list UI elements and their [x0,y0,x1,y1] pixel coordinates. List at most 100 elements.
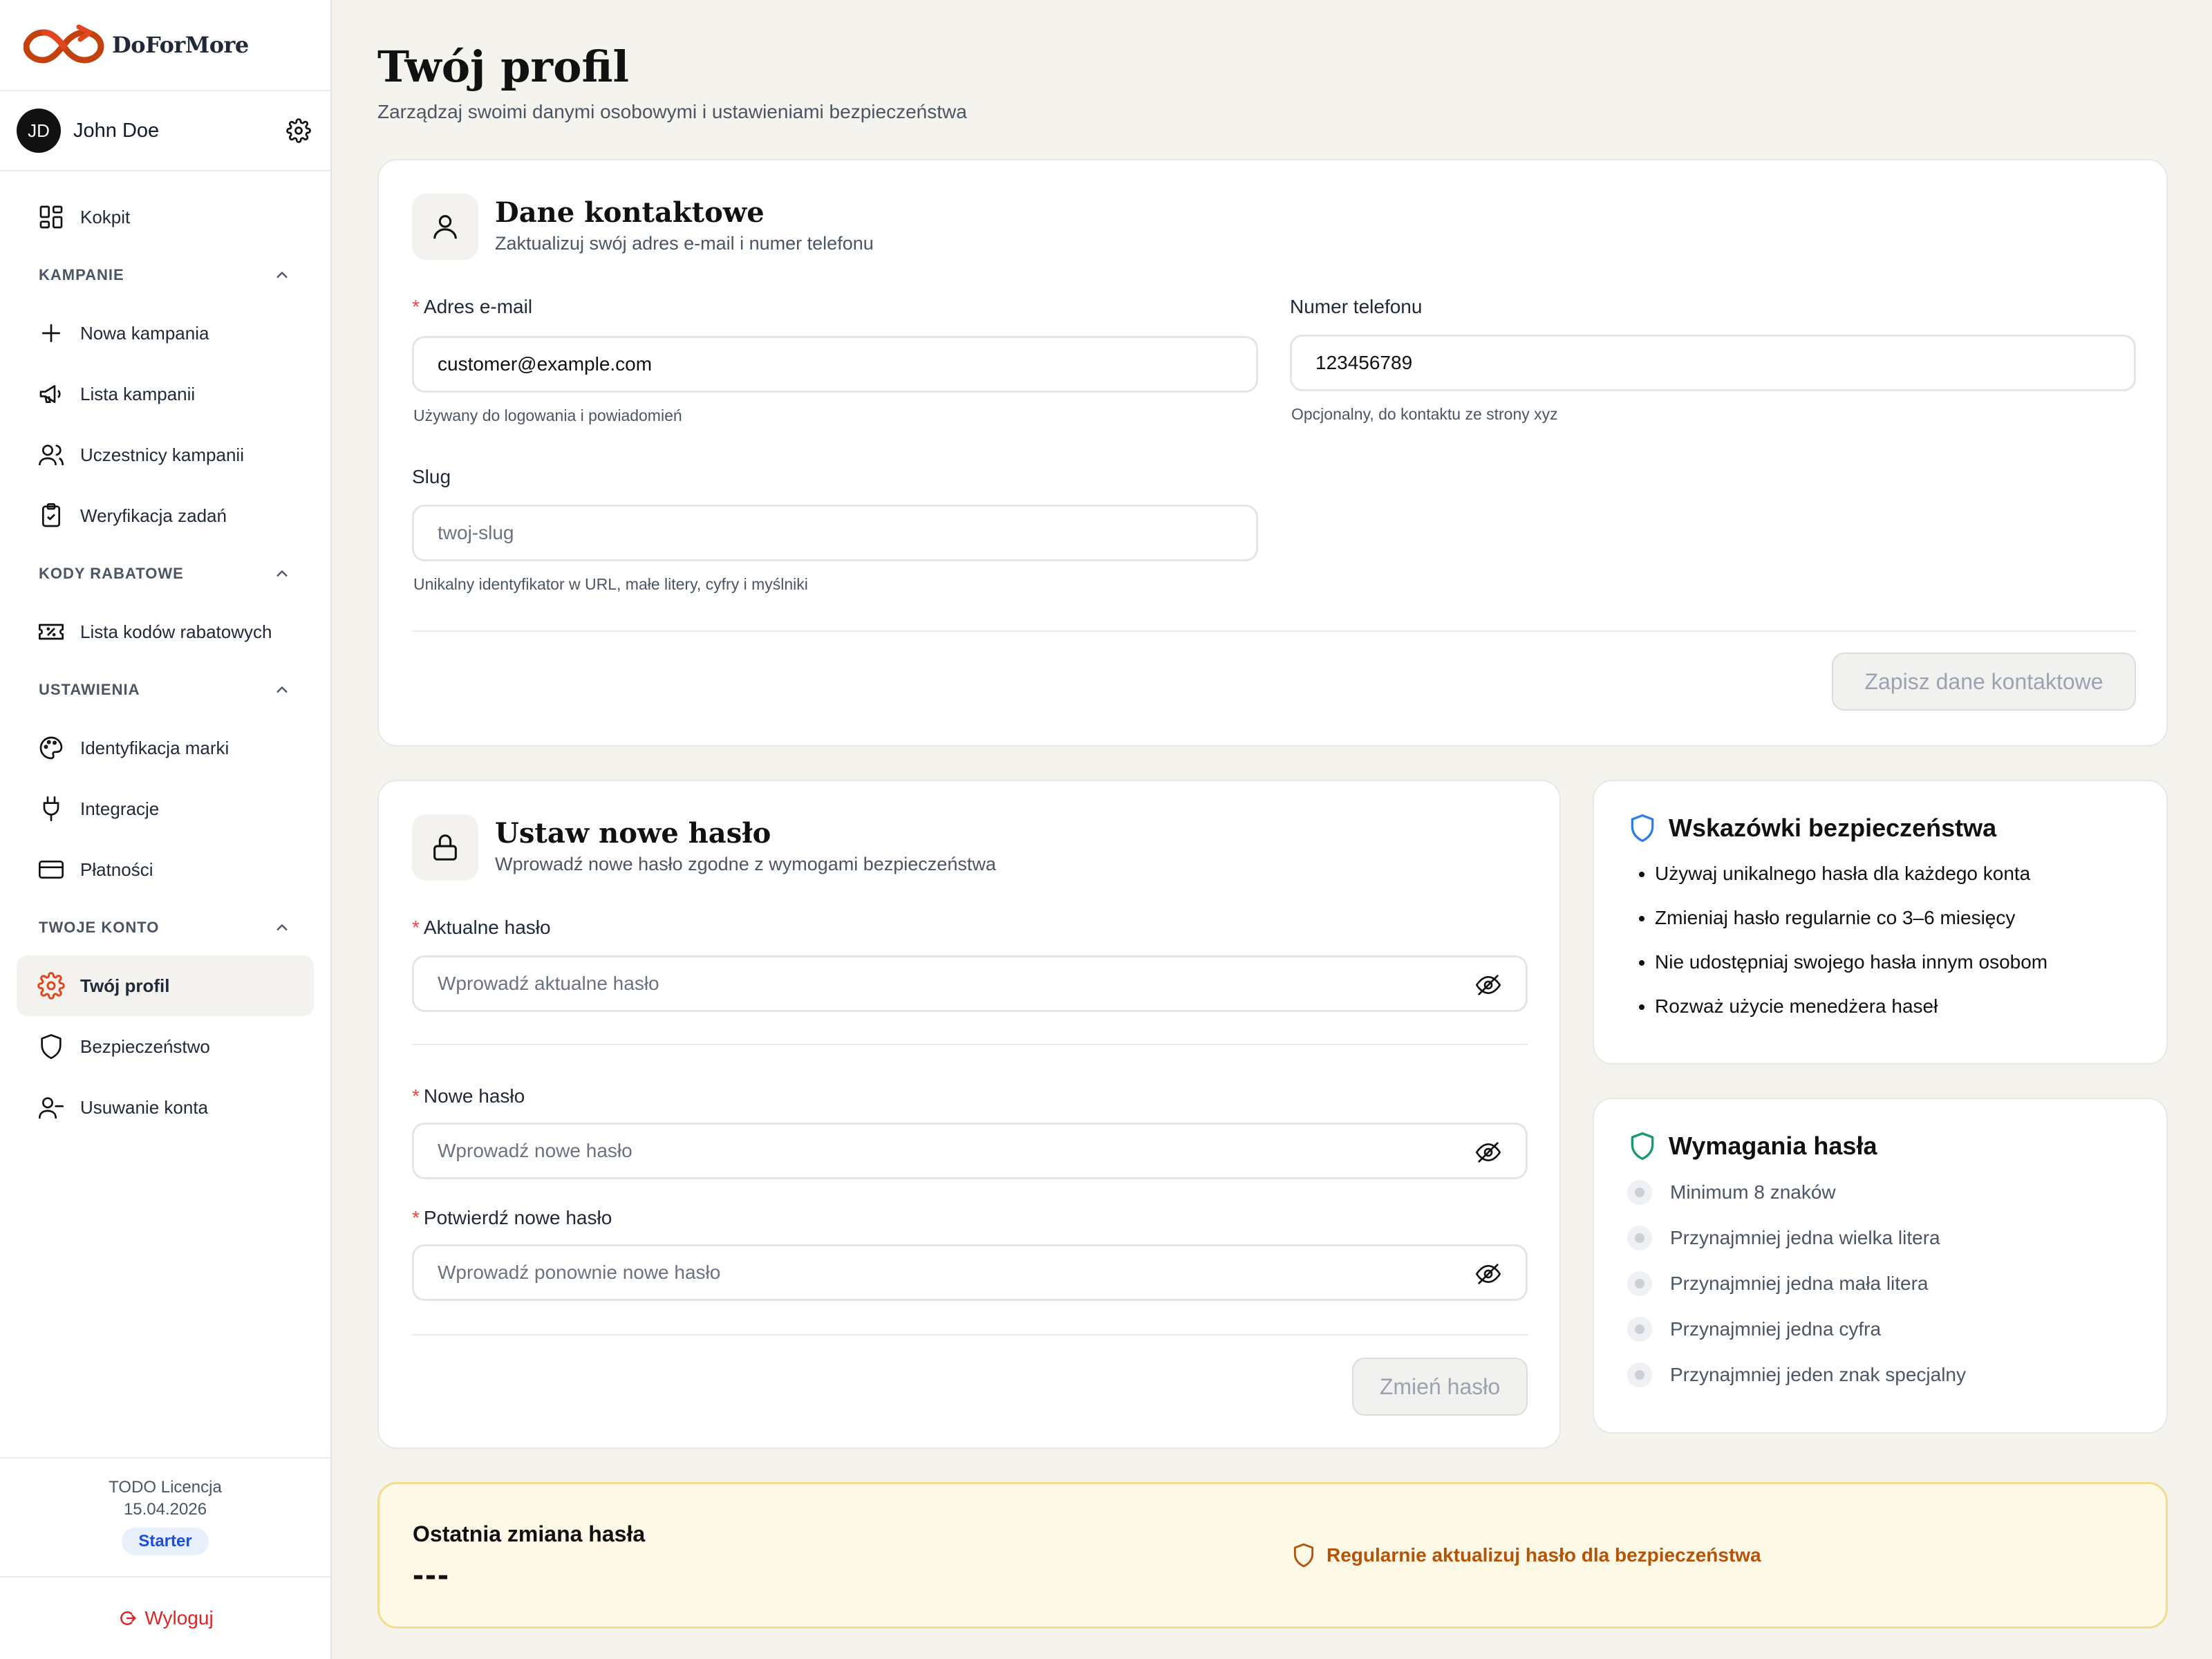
chevron-up-icon [276,686,288,693]
sidebar-footer: TODO Licencja 15.04.2026 Starter Wyloguj [0,1457,330,1659]
last-password-change-notice: Ostatnia zmiana hasła --- Regularnie akt… [377,1482,2168,1629]
page-subtitle: Zarządzaj swoimi danymi osobowymi i usta… [377,101,967,122]
list-item: Przynajmniej jeden znak specjalny [1627,1352,2133,1398]
plug-icon [43,796,59,821]
brand-logo[interactable]: DoForMore [0,0,330,91]
tips-title-text: Wskazówki bezpieczeństwa [1669,814,1997,842]
nav-item-profile[interactable]: Twój profil [17,955,314,1016]
list-item: Minimum 8 znaków [1627,1170,2133,1215]
section-settings[interactable]: USTAWIENIA [0,662,330,718]
card-subtitle: Zaktualizuj swój adres e-mail i numer te… [495,233,874,254]
list-item: Zmieniaj hasło regularnie co 3–6 miesięc… [1655,896,2133,940]
nav-label: Lista kodów rabatowych [80,621,272,642]
shield-icon [1293,1543,1314,1568]
list-item: Rozważ użycie menedżera haseł [1655,984,2133,1029]
eye-off-icon[interactable] [1474,1138,1502,1166]
main-nav: Kokpit KAMPANIE Nowa kampania Lista kamp… [0,171,330,1138]
save-contact-button[interactable]: Zapisz dane kontaktowe [1832,653,2136,711]
chevron-up-icon [276,271,288,279]
email-hint: Używany do logowania i powiadomień [413,406,682,424]
status-dot-icon [1627,1317,1652,1342]
nav-label: Integracje [80,798,160,819]
nav-item-brand-identity[interactable]: Identyfikacja marki [17,718,314,778]
license-text: TODO Licencja [109,1478,222,1497]
nav-item-security[interactable]: Bezpieczeństwo [17,1016,314,1077]
shield-icon [1631,1132,1654,1160]
section-account[interactable]: TWOJE KONTO [0,900,330,955]
nav-label: Kokpit [80,206,131,227]
nav-item-integrations[interactable]: Integracje [17,778,314,839]
last-change-title: Ostatnia zmiana hasła [413,1521,646,1546]
requirements-title: Wymagania hasła [1627,1131,2133,1161]
eye-off-icon[interactable] [1474,971,1502,999]
requirements-title-text: Wymagania hasła [1669,1132,1877,1160]
list-item: Nie udostępniaj swojego hasła innym osob… [1655,940,2133,984]
gear-icon [37,972,65,1000]
nav-label: Usuwanie konta [80,1096,208,1118]
eye-off-icon[interactable] [1474,1260,1502,1288]
nav-label: Weryfikacja zadań [80,505,227,526]
sidebar: DoForMore JD John Doe Kokpit KAMPANIE No… [0,0,332,1659]
nav-item-campaign-list[interactable]: Lista kampanii [17,364,314,424]
current-password-placeholder: Wprowadź aktualne hasło [438,973,659,994]
required-asterisk: * [412,1207,420,1228]
brand-name: DoForMore [112,32,249,58]
nav-item-payments[interactable]: Płatności [17,839,314,900]
requirement-text: Minimum 8 znaków [1670,1181,1836,1203]
logout-button[interactable]: Wyloguj [0,1576,330,1659]
user-icon [433,215,457,239]
ticket-icon [39,624,64,640]
tips-title: Wskazówki bezpieczeństwa [1627,813,2133,843]
current-password-input[interactable]: Wprowadź aktualne hasło [412,955,1528,1012]
confirm-password-input[interactable]: Wprowadź ponownie nowe hasło [412,1244,1528,1301]
palette-icon [39,736,63,760]
section-campaigns[interactable]: KAMPANIE [0,247,330,303]
nav-item-new-campaign[interactable]: Nowa kampania [17,303,314,364]
dashboard-icon [39,205,63,229]
password-requirements-card: Wymagania hasła Minimum 8 znaków Przynaj… [1593,1098,2168,1434]
nav-label: Lista kampanii [80,383,196,404]
avatar[interactable]: JD [17,109,61,153]
user-panel: JD John Doe [0,91,330,171]
phone-input[interactable]: 123456789 [1290,335,2136,391]
section-label: USTAWIENIA [39,681,140,698]
requirement-text: Przynajmniej jedna wielka litera [1670,1227,1940,1248]
nav-item-discount-list[interactable]: Lista kodów rabatowych [17,601,314,662]
email-input[interactable]: customer@example.com [412,336,1258,393]
section-discount-codes[interactable]: KODY RABATOWE [0,546,330,601]
nav-item-participants[interactable]: Uczestnicy kampanii [17,424,314,485]
slug-hint: Unikalny identyfikator w URL, małe liter… [413,575,808,593]
required-asterisk: * [412,296,420,317]
logout-label: Wyloguj [144,1607,214,1629]
requirement-text: Przynajmniej jedna mała litera [1670,1273,1929,1294]
confirm-password-label-text: Potwierdź nowe hasło [423,1207,612,1228]
status-dot-icon [1627,1362,1652,1387]
section-label: KODY RABATOWE [39,565,184,582]
card-icon-wrap [412,194,478,260]
license-date: 15.04.2026 [123,1500,207,1519]
divider [412,630,2136,632]
license-info: TODO Licencja 15.04.2026 Starter [0,1457,330,1576]
list-item: Przynajmniej jedna cyfra [1627,1306,2133,1352]
card-icon-wrap [412,814,478,881]
confirm-password-label: * Potwierdź nowe hasło [412,1207,612,1229]
status-dot-icon [1627,1271,1652,1296]
tips-list: Używaj unikalnego hasła dla każdego kont… [1627,852,2133,1029]
user-name: John Doe [73,119,160,142]
list-item: Przynajmniej jedna wielka litera [1627,1215,2133,1261]
nav-item-delete-account[interactable]: Usuwanie konta [17,1077,314,1138]
change-password-button[interactable]: Zmień hasło [1352,1358,1528,1416]
nav-item-task-verification[interactable]: Weryfikacja zadań [17,485,314,546]
divider [412,1044,1528,1045]
nav-label: Bezpieczeństwo [80,1035,210,1057]
slug-input[interactable]: twoj-slug [412,505,1258,561]
update-reminder-text: Regularnie aktualizuj hasło dla bezpiecz… [1327,1544,1761,1566]
nav-item-dashboard[interactable]: Kokpit [17,187,314,247]
password-card-header: Ustaw nowe hasło Wprowadź nowe hasło zgo… [412,814,996,881]
gear-icon[interactable] [286,118,311,143]
list-item: Przynajmniej jedna mała litera [1627,1261,2133,1306]
password-card: Ustaw nowe hasło Wprowadź nowe hasło zgo… [377,780,1561,1449]
card-subtitle: Wprowadź nowe hasło zgodne z wymogami be… [495,854,996,874]
nav-label: Płatności [80,859,153,880]
new-password-input[interactable]: Wprowadź nowe hasło [412,1123,1528,1179]
